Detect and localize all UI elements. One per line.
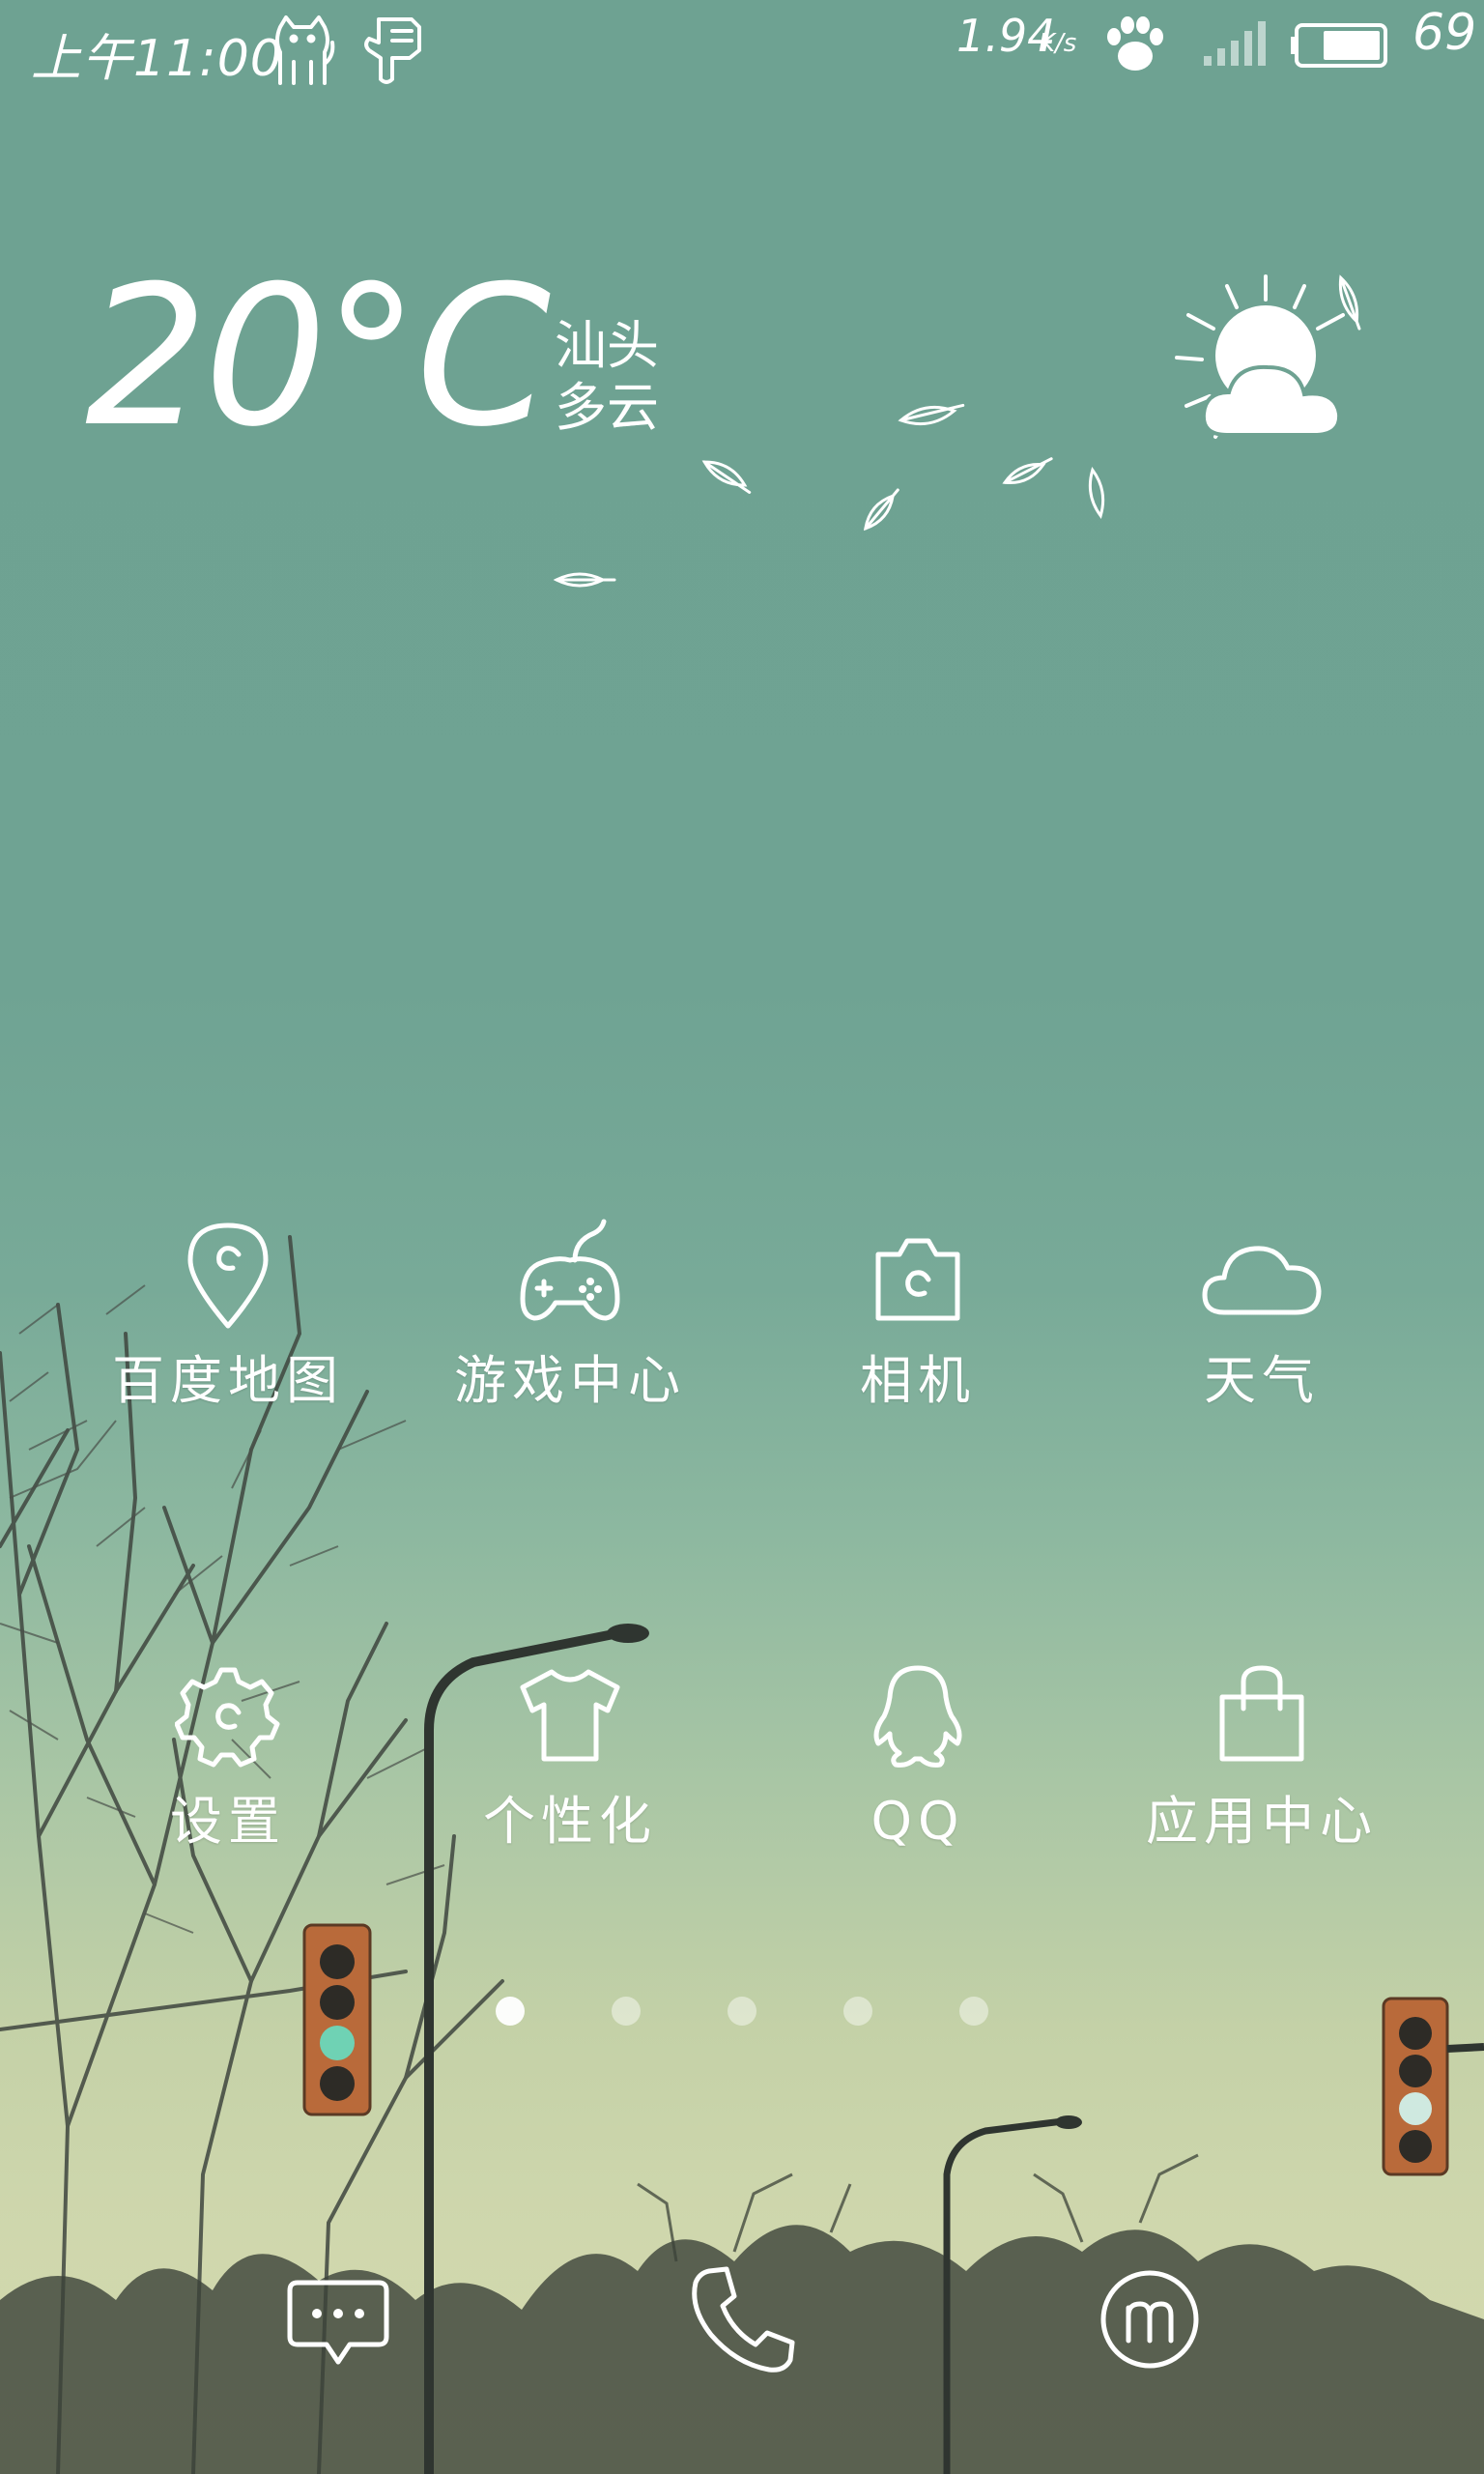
app-settings[interactable]: 设置	[83, 1649, 373, 1881]
page-dot-1[interactable]	[496, 1997, 525, 2026]
page-dot-3[interactable]	[728, 1997, 756, 2026]
browser-m-icon	[1100, 2270, 1199, 2369]
home-screen: 上午11:00 1.94 K/s 69 20°C 汕头 多云 百度地图 游戏中心…	[0, 0, 1484, 2474]
app-label: 相机	[860, 1350, 976, 1411]
app-personalize[interactable]: 个性化	[425, 1649, 715, 1881]
app-label: 游戏中心	[454, 1350, 686, 1411]
page-indicator[interactable]	[483, 1997, 1005, 2031]
status-time: 上午11:00	[31, 30, 283, 88]
page-dot-5[interactable]	[959, 1997, 988, 2026]
network-speed-unit: K/s	[1039, 29, 1077, 58]
temperature: 20°C	[85, 245, 551, 470]
dock-phone-button[interactable]	[676, 2252, 812, 2387]
shopping-bag-icon	[1219, 1665, 1304, 1762]
cat-icon	[275, 15, 335, 85]
gamepad-icon	[520, 1219, 620, 1321]
partly-cloudy-icon	[1175, 274, 1345, 439]
status-bar: 上午11:00 1.94 K/s 69	[0, 0, 1484, 106]
messages-icon	[287, 2280, 389, 2365]
page-dot-2[interactable]	[612, 1997, 641, 2026]
tshirt-icon	[520, 1669, 620, 1762]
app-label: 个性化	[483, 1791, 657, 1852]
dock-browser-button[interactable]	[1082, 2252, 1217, 2387]
phone-icon	[692, 2266, 795, 2373]
map-pin-icon	[187, 1223, 269, 1329]
camera-icon	[875, 1238, 960, 1321]
app-qq[interactable]: QQ	[773, 1649, 1063, 1881]
app-game-center[interactable]: 游戏中心	[425, 1208, 715, 1440]
app-weather[interactable]: 天气	[1117, 1208, 1407, 1440]
app-label: 百度地图	[112, 1350, 344, 1411]
weather-widget[interactable]: 20°C 汕头 多云	[0, 174, 1484, 588]
signal-icon	[1204, 21, 1266, 66]
app-label: QQ	[870, 1791, 965, 1852]
app-baidu-map[interactable]: 百度地图	[83, 1208, 373, 1440]
gear-icon	[175, 1667, 280, 1768]
cloud-icon	[1202, 1246, 1322, 1315]
battery-percent: 69	[1413, 4, 1477, 62]
page-dot-4[interactable]	[843, 1997, 872, 2026]
app-label: 设置	[170, 1791, 286, 1852]
paw-icon	[1107, 16, 1163, 71]
qq-penguin-icon	[873, 1665, 962, 1768]
app-label: 天气	[1204, 1350, 1320, 1411]
pointing-hand-icon	[364, 17, 421, 84]
battery-icon	[1291, 23, 1387, 68]
app-app-center[interactable]: 应用中心	[1117, 1649, 1407, 1881]
app-camera[interactable]: 相机	[773, 1208, 1063, 1440]
dock-messages-button[interactable]	[271, 2252, 406, 2387]
app-label: 应用中心	[1146, 1791, 1378, 1852]
